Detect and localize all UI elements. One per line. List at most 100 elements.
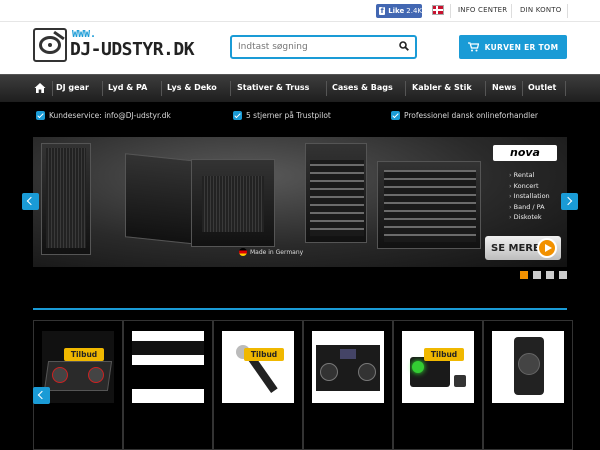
hero-banner-slide[interactable]: nova Rental Koncert Installation Band / … [33, 137, 567, 267]
banner-next-arrow[interactable] [561, 193, 578, 210]
cart-button[interactable]: KURVEN ER TOM [459, 35, 567, 59]
search-box [230, 35, 417, 59]
tilbud-badge: Tilbud [424, 348, 464, 361]
usp-customer-service: Kundeservice: info@DJ-udstyr.dk [36, 111, 171, 120]
banner-feature: Band / PA [509, 202, 550, 213]
tilbud-badge: Tilbud [64, 348, 104, 361]
product-image-speaker[interactable] [492, 331, 564, 403]
fog-machine-light [412, 361, 424, 373]
nav-divider [161, 81, 162, 96]
nav-item-news[interactable]: News [492, 83, 516, 92]
speaker-grille [310, 160, 364, 236]
product-image-dj-controller[interactable] [42, 331, 114, 403]
slide-dot-4[interactable] [559, 271, 567, 279]
german-flag-icon [239, 248, 247, 256]
turntable-logo-icon[interactable] [33, 28, 67, 62]
main-navigation: DJ gear Lyd & PA Lys & Deko Stativer & T… [0, 74, 600, 102]
facebook-like-button[interactable]: f Like 2.4K [376, 4, 422, 18]
nav-item-lyd-pa[interactable]: Lyd & PA [108, 83, 147, 92]
nav-item-kabler-stik[interactable]: Kabler & Stik [412, 83, 472, 92]
cart-status-label: KURVEN ER TOM [484, 42, 559, 52]
banner-line-array-front [191, 159, 275, 247]
banner-speaker-column [305, 143, 367, 243]
nav-divider [565, 81, 566, 96]
speaker-grille [202, 176, 264, 232]
jog-wheel-left [320, 363, 338, 381]
search-icon[interactable] [399, 41, 409, 51]
made-in-germany-label: Made in Germany [239, 248, 303, 256]
usp-professional: Professionel dansk onlineforhandler [391, 111, 538, 120]
check-icon [36, 111, 45, 120]
cable-stripe [132, 341, 204, 355]
banner-prev-arrow[interactable] [22, 193, 39, 210]
banner-subwoofer [377, 161, 481, 249]
nav-item-cases-bags[interactable]: Cases & Bags [332, 83, 393, 92]
nav-divider [326, 81, 327, 96]
product-carousel: Tilbud Tilbud Tilbud [33, 320, 573, 450]
product-card[interactable] [123, 320, 213, 450]
section-divider [33, 308, 567, 310]
nav-divider [405, 81, 406, 96]
banner-feature-list: Rental Koncert Installation Band / PA Di… [509, 170, 550, 223]
facebook-like-count: 2.4K [406, 7, 422, 15]
product-card[interactable]: Tilbud [213, 320, 303, 450]
usp-text: Kundeservice: info@DJ-udstyr.dk [49, 111, 171, 120]
speaker-woofer [518, 353, 540, 375]
see-more-button[interactable]: SE MERE [485, 236, 561, 260]
nav-item-stativer-truss[interactable]: Stativer & Truss [237, 83, 309, 92]
danish-flag-icon[interactable] [432, 5, 444, 15]
home-icon[interactable] [34, 82, 46, 94]
product-card[interactable]: Tilbud [393, 320, 483, 450]
facebook-like-label: Like [388, 7, 405, 15]
product-image-all-in-one-dj[interactable] [312, 331, 384, 403]
jog-wheel-left [52, 367, 68, 383]
banner-feature: Installation [509, 191, 550, 202]
nav-divider [230, 81, 231, 96]
product-image-cable[interactable] [132, 331, 204, 403]
fog-remote [454, 375, 466, 387]
made-in-text: Made in Germany [250, 248, 304, 256]
banner-feature: Diskotek [509, 212, 550, 223]
tilbud-badge: Tilbud [244, 348, 284, 361]
site-header: WWW. DJ-UDSTYR.DK KURVEN ER TOM [0, 22, 600, 74]
usp-text: 5 stjerner på Trustpilot [246, 111, 331, 120]
banner-feature: Koncert [509, 181, 550, 192]
search-input[interactable] [238, 39, 388, 55]
nav-divider [102, 81, 103, 96]
see-more-label: SE MERE [491, 242, 540, 254]
products-prev-arrow[interactable] [33, 387, 50, 404]
usp-text: Professionel dansk onlineforhandler [404, 111, 538, 120]
nav-divider [522, 81, 523, 96]
product-card[interactable]: Tilbud [33, 320, 123, 450]
my-account-link[interactable]: DIN KONTO [520, 6, 561, 14]
nav-item-lys-deko[interactable]: Lys & Deko [167, 83, 217, 92]
top-utility-bar: f Like 2.4K INFO CENTER DIN KONTO [0, 0, 600, 22]
shopping-cart-icon [467, 42, 479, 52]
nova-brand-logo: nova [493, 145, 557, 161]
nav-item-dj-gear[interactable]: DJ gear [56, 83, 89, 92]
slide-dot-3[interactable] [546, 271, 554, 279]
product-card[interactable] [303, 320, 393, 450]
banner-speaker-tall [41, 143, 91, 255]
info-center-link[interactable]: INFO CENTER [458, 6, 507, 14]
product-card[interactable] [483, 320, 573, 450]
product-image-fog-machine[interactable] [402, 331, 474, 403]
banner-feature: Rental [509, 170, 550, 181]
check-icon [391, 111, 400, 120]
logo-site-name[interactable]: DJ-UDSTYR.DK [70, 39, 195, 60]
speaker-grille [384, 170, 476, 242]
usp-trustpilot: 5 stjerner på Trustpilot [233, 111, 331, 120]
nav-divider [52, 81, 53, 96]
jog-wheel-right [358, 363, 376, 381]
topbar-divider [450, 4, 451, 18]
dj-unit-screen [340, 349, 356, 359]
topbar-divider [511, 4, 512, 18]
banner-pagination [515, 271, 567, 279]
logo-record-disc [39, 36, 61, 54]
product-image-stylus[interactable] [222, 331, 294, 403]
speaker-grille [46, 148, 86, 248]
nav-item-outlet[interactable]: Outlet [528, 83, 556, 92]
cable-stripe [132, 365, 204, 389]
slide-dot-1[interactable] [520, 271, 528, 279]
slide-dot-2[interactable] [533, 271, 541, 279]
